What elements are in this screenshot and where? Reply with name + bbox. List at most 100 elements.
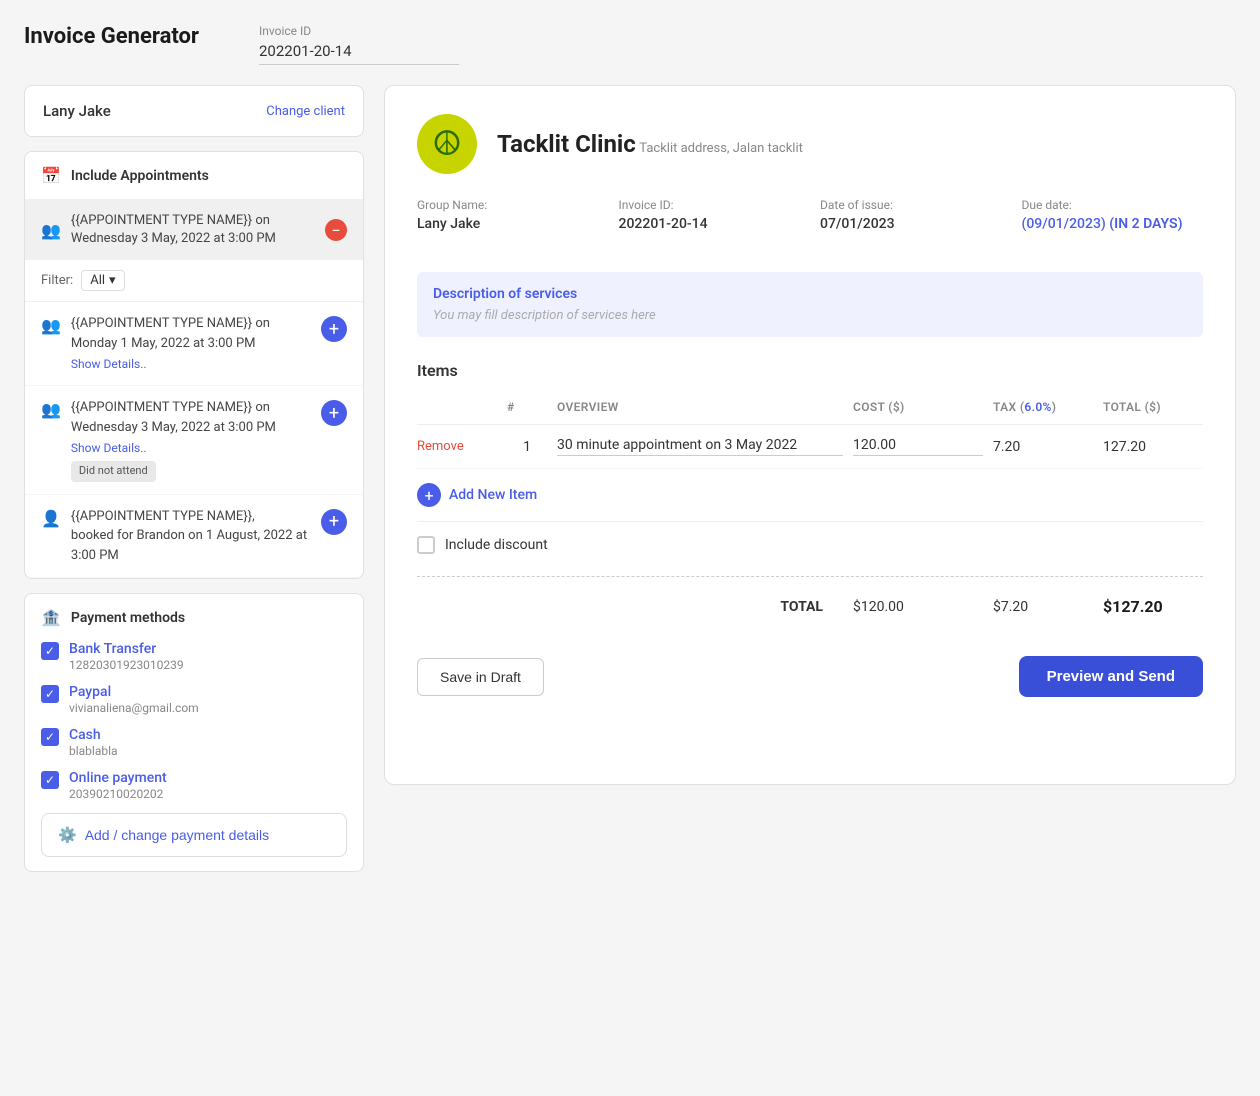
col-header-2: OVERVIEW bbox=[557, 400, 843, 414]
meta-group-name: Group Name: Lany Jake bbox=[417, 198, 599, 232]
item-total: 127.20 bbox=[1103, 439, 1203, 455]
items-table-header: # OVERVIEW COST ($) TAX (6.0%) TOTAL ($) bbox=[417, 394, 1203, 425]
item-cost[interactable]: 120.00 bbox=[853, 437, 983, 456]
include-discount-checkbox[interactable] bbox=[417, 536, 435, 554]
bank-icon: 🏦 bbox=[41, 608, 61, 627]
table-row: Remove 1 30 minute appointment on 3 May … bbox=[417, 425, 1203, 469]
totals-row: TOTAL $120.00 $7.20 $127.20 bbox=[417, 585, 1203, 628]
appointment-selected-text: {{APPOINTMENT TYPE NAME}} on Wednesday 3… bbox=[71, 212, 276, 248]
totals-divider bbox=[417, 576, 1203, 577]
items-title: Items bbox=[417, 361, 1203, 380]
items-table: # OVERVIEW COST ($) TAX (6.0%) TOTAL ($)… bbox=[417, 394, 1203, 568]
item-number: 1 bbox=[507, 439, 547, 455]
invoice-id-section: Invoice ID 202201-20-14 bbox=[259, 24, 459, 65]
show-details-link-0[interactable]: Show Details.. bbox=[71, 355, 270, 373]
discount-row: Include discount bbox=[417, 522, 1203, 568]
client-card: Lany Jake Change client bbox=[24, 85, 364, 137]
payment-item-1: ✓ Paypal vivianaliena@gmail.com bbox=[41, 684, 347, 715]
include-appointments-card: 📅 Include Appointments 👥 {{APPOINTMENT T… bbox=[24, 151, 364, 579]
invoice-id-value[interactable]: 202201-20-14 bbox=[259, 42, 459, 65]
col-header-4: TAX (6.0%) bbox=[993, 400, 1093, 414]
appointment-selected-icon: 👥 bbox=[41, 221, 61, 240]
payment-detail-3: 20390210020202 bbox=[69, 787, 167, 801]
date-of-issue-label: Date of issue: bbox=[820, 198, 1002, 212]
selected-appointment: 👥 {{APPOINTMENT TYPE NAME}} on Wednesday… bbox=[25, 200, 363, 260]
filter-label: Filter: bbox=[41, 273, 73, 288]
payment-name-1[interactable]: Paypal bbox=[69, 684, 199, 700]
item-tax: 7.20 bbox=[993, 439, 1093, 455]
gear-icon: ⚙️ bbox=[58, 826, 77, 844]
items-section: Items # OVERVIEW COST ($) TAX (6.0%) TOT… bbox=[417, 361, 1203, 628]
add-appointment-button-2[interactable]: + bbox=[321, 509, 347, 535]
clinic-address: Tacklit address, Jalan tacklit bbox=[639, 141, 803, 156]
list-item: 👥 {{APPOINTMENT TYPE NAME}} on Wednesday… bbox=[25, 386, 363, 495]
payment-detail-1: vivianaliena@gmail.com bbox=[69, 701, 199, 715]
tax-rate-link[interactable]: 6.0% bbox=[1024, 400, 1051, 414]
filter-select[interactable]: All ▾ bbox=[81, 270, 124, 291]
col-header-5: TOTAL ($) bbox=[1103, 400, 1203, 414]
remove-item-link[interactable]: Remove bbox=[417, 439, 497, 454]
due-date-value: (09/01/2023) (IN 2 DAYS) bbox=[1022, 216, 1183, 232]
list-item: 👤 {{APPOINTMENT TYPE NAME}}, booked for … bbox=[25, 495, 363, 579]
add-appointment-button-0[interactable]: + bbox=[321, 316, 347, 342]
col-header-1: # bbox=[507, 400, 547, 414]
add-appointment-button-1[interactable]: + bbox=[321, 400, 347, 426]
filter-row: Filter: All ▾ bbox=[25, 260, 363, 302]
group-name-label: Group Name: bbox=[417, 198, 599, 212]
online-payment-checkbox[interactable]: ✓ bbox=[41, 771, 59, 789]
add-new-item-button[interactable]: Add New Item bbox=[449, 487, 537, 503]
include-appointments-header: 📅 Include Appointments bbox=[25, 152, 363, 200]
left-panel: Lany Jake Change client 📅 Include Appoin… bbox=[24, 85, 364, 872]
add-payment-button[interactable]: ⚙️ Add / change payment details bbox=[41, 813, 347, 857]
remove-appointment-button[interactable]: − bbox=[325, 219, 347, 241]
group-name-value: Lany Jake bbox=[417, 216, 480, 232]
col-header-3: COST ($) bbox=[853, 400, 983, 414]
item-overview[interactable]: 30 minute appointment on 3 May 2022 bbox=[557, 437, 843, 456]
invoice-header: ☮ Tacklit Clinic Tacklit address, Jalan … bbox=[417, 114, 1203, 174]
payment-item-0: ✓ Bank Transfer 12820301923010239 bbox=[41, 641, 347, 672]
meta-date-of-issue: Date of issue: 07/01/2023 bbox=[820, 198, 1002, 232]
client-name: Lany Jake bbox=[43, 102, 111, 120]
preview-send-button[interactable]: Preview and Send bbox=[1019, 656, 1203, 697]
calendar-icon: 📅 bbox=[41, 166, 61, 185]
invoice-panel: ☮ Tacklit Clinic Tacklit address, Jalan … bbox=[384, 85, 1236, 785]
app-title: Invoice Generator bbox=[24, 24, 199, 49]
appointment-list-icon: 👥 bbox=[41, 400, 61, 419]
clinic-info: Tacklit Clinic Tacklit address, Jalan ta… bbox=[497, 130, 803, 158]
change-client-link[interactable]: Change client bbox=[266, 104, 345, 119]
paypal-checkbox[interactable]: ✓ bbox=[41, 685, 59, 703]
appointment-list-icon: 👥 bbox=[41, 316, 61, 335]
payment-methods-title: Payment methods bbox=[71, 610, 185, 626]
payment-detail-0: 12820301923010239 bbox=[69, 658, 184, 672]
appointment-list-text: {{APPOINTMENT TYPE NAME}}, booked for Br… bbox=[71, 507, 321, 566]
add-new-item-row[interactable]: + Add New Item bbox=[417, 469, 1203, 522]
save-draft-button[interactable]: Save in Draft bbox=[417, 658, 544, 696]
show-details-link-1[interactable]: Show Details.. bbox=[71, 439, 276, 457]
add-new-item-icon[interactable]: + bbox=[417, 483, 441, 507]
cash-checkbox[interactable]: ✓ bbox=[41, 728, 59, 746]
clinic-logo: ☮ bbox=[417, 114, 477, 174]
payment-item-3: ✓ Online payment 20390210020202 bbox=[41, 770, 347, 801]
col-header-0 bbox=[417, 400, 497, 414]
payment-methods-card: 🏦 Payment methods ✓ Bank Transfer 128203… bbox=[24, 593, 364, 872]
invoice-actions: Save in Draft Preview and Send bbox=[417, 656, 1203, 697]
payment-name-3[interactable]: Online payment bbox=[69, 770, 167, 786]
due-date-link[interactable]: (09/01/2023) bbox=[1022, 216, 1106, 232]
payment-name-2[interactable]: Cash bbox=[69, 727, 118, 743]
total-grand: $127.20 bbox=[1103, 597, 1203, 616]
invoice-id-label: Invoice ID bbox=[259, 24, 459, 38]
date-of-issue-value: 07/01/2023 bbox=[820, 216, 895, 232]
appointment-list-text: {{APPOINTMENT TYPE NAME}} on Monday 1 Ma… bbox=[71, 314, 270, 373]
total-tax: $7.20 bbox=[993, 599, 1093, 615]
bank-transfer-checkbox[interactable]: ✓ bbox=[41, 642, 59, 660]
appointment-list-text: {{APPOINTMENT TYPE NAME}} on Wednesday 3… bbox=[71, 398, 276, 482]
meta-invoice-id: Invoice ID: 202201-20-14 bbox=[619, 198, 801, 232]
payment-name-0[interactable]: Bank Transfer bbox=[69, 641, 184, 657]
payment-item-2: ✓ Cash blablabla bbox=[41, 727, 347, 758]
total-subtotal: $120.00 bbox=[853, 599, 983, 615]
include-discount-label: Include discount bbox=[445, 537, 548, 553]
description-section[interactable]: Description of services You may fill des… bbox=[417, 272, 1203, 337]
description-placeholder: You may fill description of services her… bbox=[433, 308, 1187, 323]
due-date-label: Due date: bbox=[1022, 198, 1204, 212]
include-appointments-title: Include Appointments bbox=[71, 168, 209, 184]
